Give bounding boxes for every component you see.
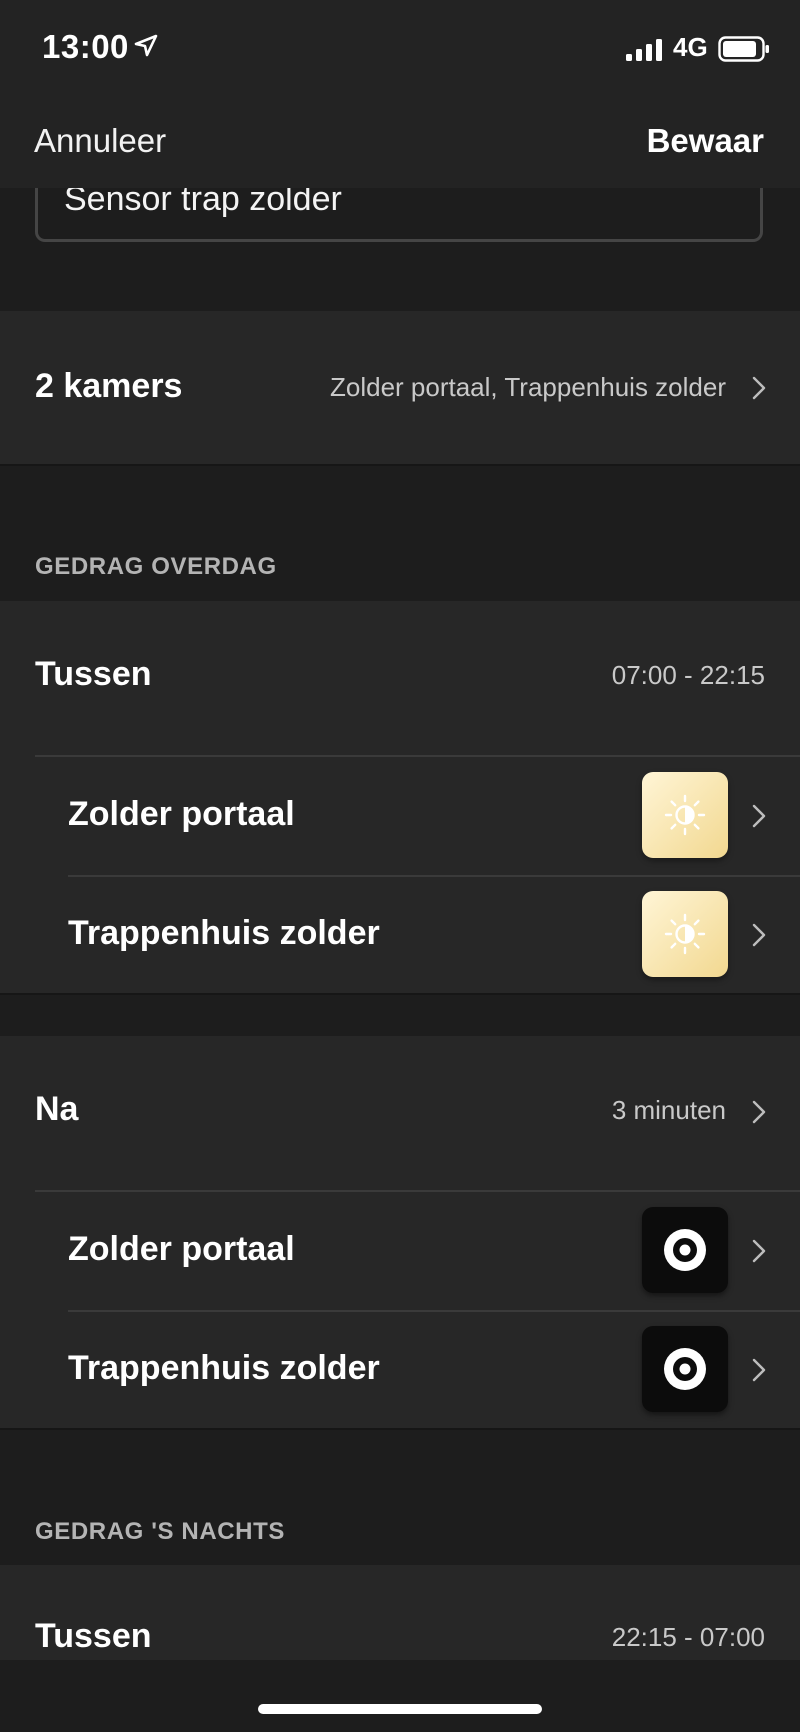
divider — [0, 1428, 800, 1430]
room-name: Zolder portaal — [68, 795, 295, 833]
day-after-label: Na — [35, 1090, 79, 1128]
chevron-right-icon — [752, 376, 766, 400]
status-bar: 13:00 4G — [0, 0, 800, 96]
room-name: Trappenhuis zolder — [68, 1349, 380, 1387]
save-button[interactable]: Bewaar — [647, 122, 764, 160]
home-indicator[interactable] — [258, 1704, 542, 1714]
room-row[interactable]: Zolder portaal — [0, 1192, 800, 1310]
day-after-row[interactable]: Na 3 minuten — [0, 1036, 800, 1190]
power-off-button[interactable] — [642, 1326, 728, 1412]
scene-button[interactable] — [642, 772, 728, 858]
day-between-row[interactable]: Tussen 07:00 - 22:15 — [0, 601, 800, 755]
divider — [0, 993, 800, 995]
room-name: Trappenhuis zolder — [68, 914, 380, 952]
room-name: Zolder portaal — [68, 1230, 295, 1268]
cellular-signal-icon — [626, 39, 662, 61]
home-indicator-area — [0, 1660, 800, 1732]
night-between-label: Tussen — [35, 1617, 152, 1655]
chevron-right-icon — [752, 1358, 766, 1382]
day-between-panel: Tussen 07:00 - 22:15 Zolder portaal Trap… — [0, 601, 800, 993]
chevron-right-icon — [752, 804, 766, 828]
status-time: 13:00 — [42, 28, 129, 65]
night-between-row[interactable]: Tussen 22:15 - 07:00 — [0, 1565, 800, 1665]
divider — [0, 464, 800, 466]
section-header-day: GEDRAG OVERDAG — [35, 553, 277, 580]
location-arrow-icon — [134, 34, 158, 57]
night-between-time: 22:15 - 07:00 — [611, 1622, 765, 1652]
power-off-icon — [664, 1229, 706, 1271]
power-off-icon — [664, 1348, 706, 1390]
section-header-night: GEDRAG 'S NACHTS — [35, 1518, 285, 1545]
room-row[interactable]: Trappenhuis zolder — [0, 877, 800, 993]
chevron-right-icon — [752, 1239, 766, 1263]
day-after-panel: Na 3 minuten Zolder portaal Trappenhuis … — [0, 1036, 800, 1428]
rooms-row[interactable]: 2 kamers Zolder portaal, Trappenhuis zol… — [0, 311, 800, 464]
room-row[interactable]: Zolder portaal — [0, 757, 800, 875]
day-between-time: 07:00 - 22:15 — [611, 660, 765, 690]
cancel-button[interactable]: Annuleer — [34, 122, 166, 160]
room-row[interactable]: Trappenhuis zolder — [0, 1312, 800, 1428]
chevron-right-icon — [752, 923, 766, 947]
rooms-summary: Zolder portaal, Trappenhuis zolder — [329, 372, 726, 402]
day-between-label: Tussen — [35, 655, 152, 693]
battery-icon — [718, 36, 769, 62]
power-off-button[interactable] — [642, 1207, 728, 1293]
scene-brightness-icon — [664, 913, 706, 955]
day-after-duration: 3 minuten — [611, 1095, 726, 1125]
network-type: 4G — [673, 32, 708, 62]
rooms-count-label: 2 kamers — [35, 367, 183, 405]
scene-brightness-icon — [664, 794, 706, 836]
scene-button[interactable] — [642, 891, 728, 977]
chevron-right-icon — [752, 1100, 766, 1124]
